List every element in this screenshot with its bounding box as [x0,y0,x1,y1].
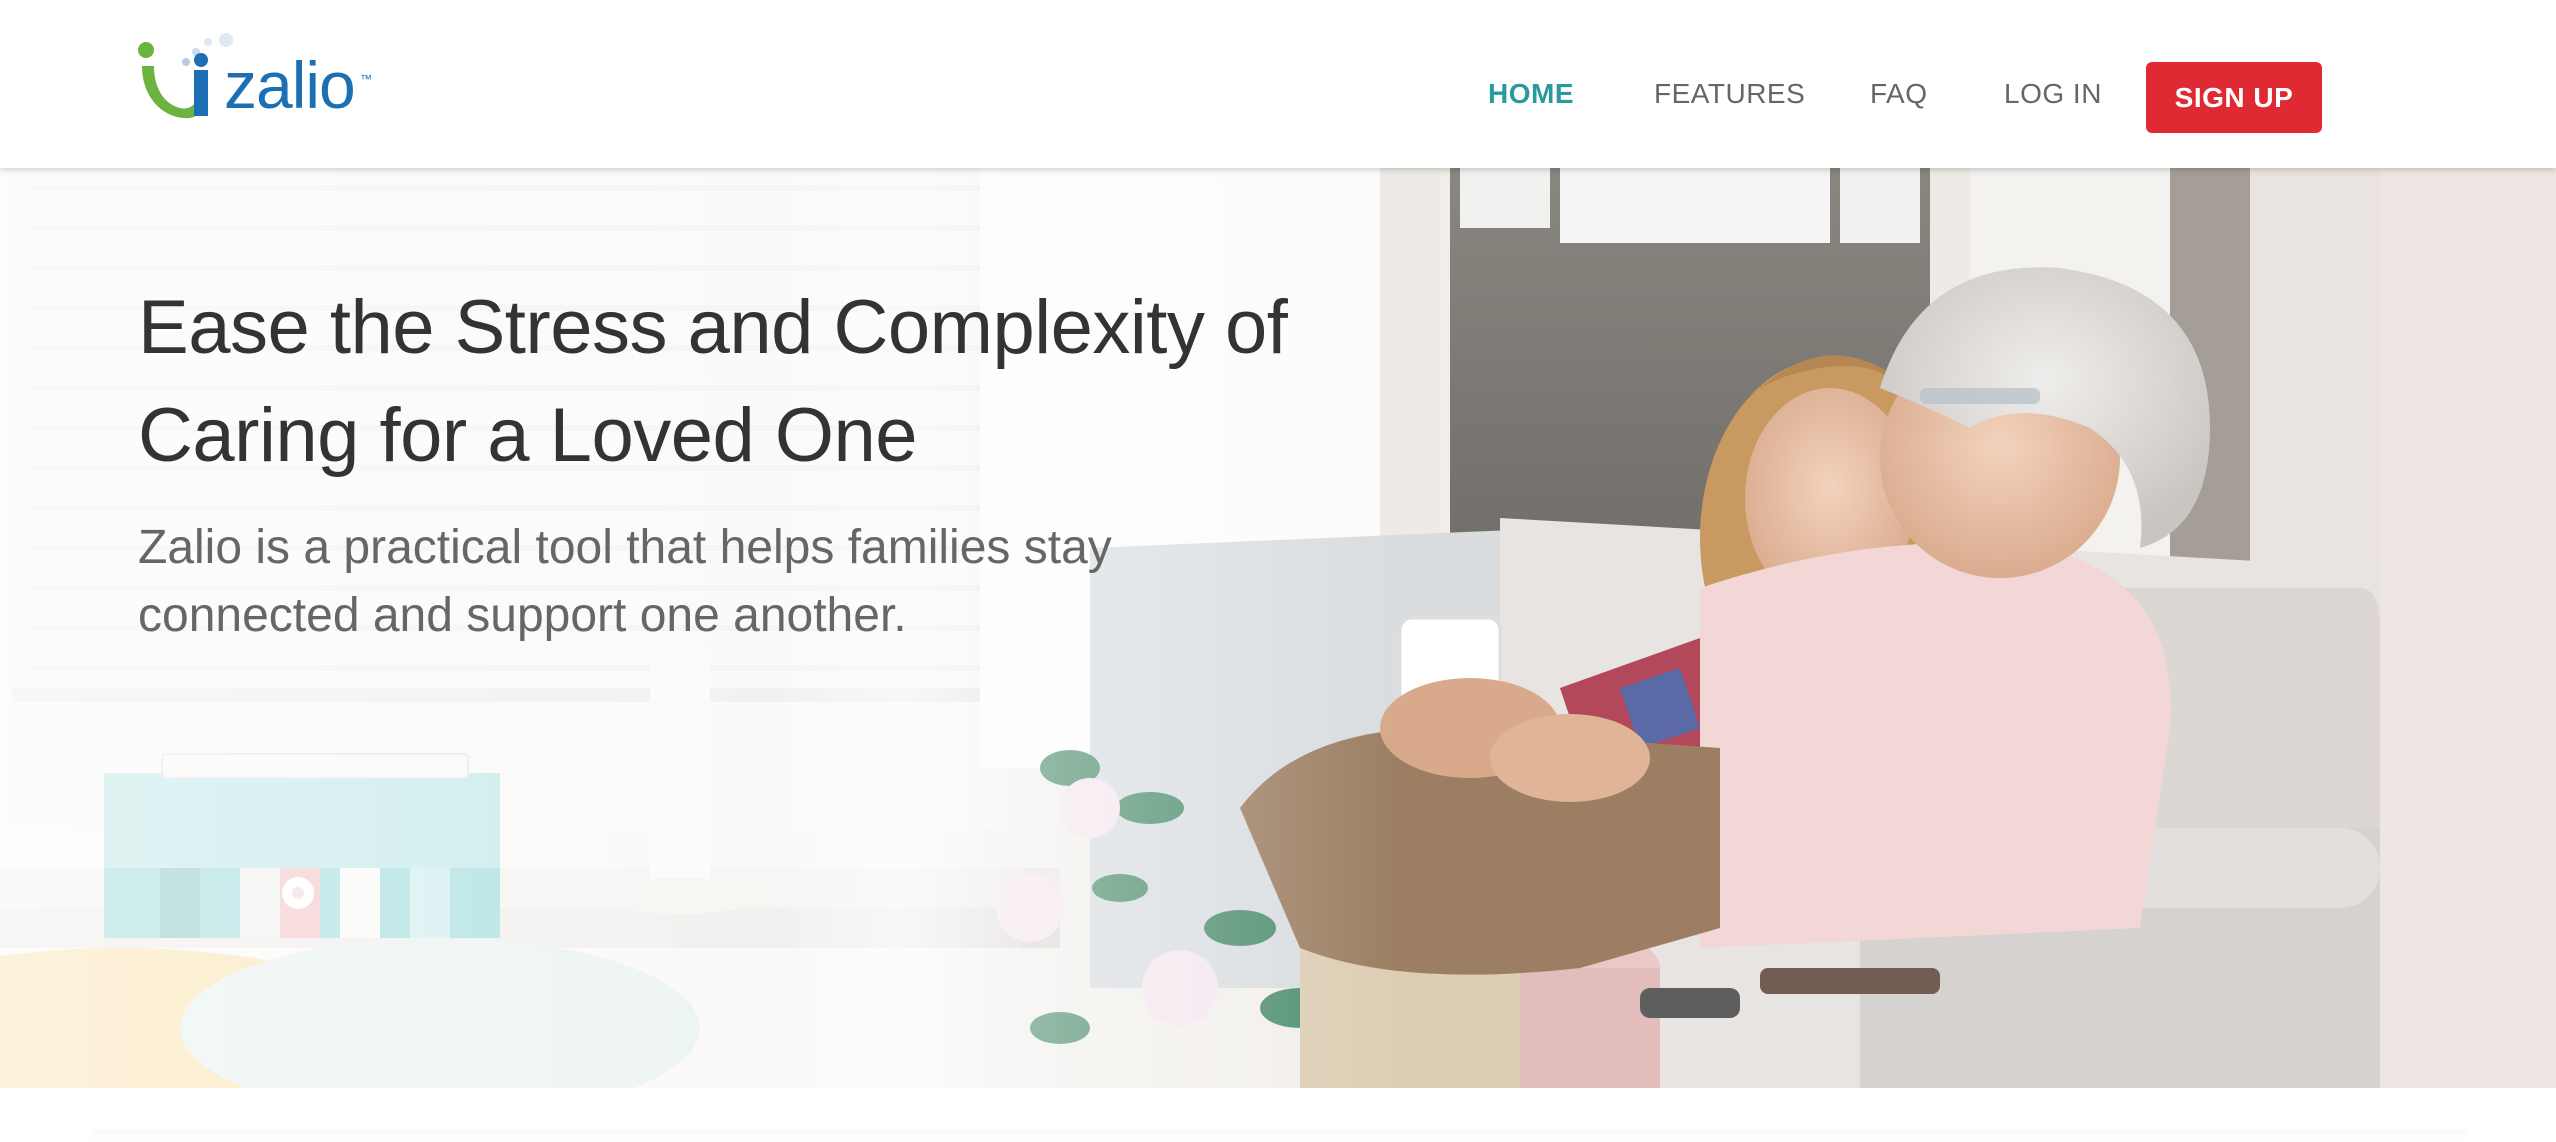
hero-section: Ease the Stress and Complexity of Caring… [0,168,2556,1088]
content-card-edge [90,1130,2466,1142]
hero-headline: Ease the Stress and Complexity of Caring… [138,285,1288,478]
hero-subheadline: Zalio is a practical tool that helps fam… [138,521,1112,642]
nav-features-link[interactable]: FEATURES [1654,78,1805,110]
signup-button[interactable]: SIGN UP [2146,62,2322,133]
site-header: zalio ™ HOME FEATURES FAQ LOG IN SIGN UP [0,0,2556,168]
main-nav: HOME FEATURES FAQ LOG IN SIGN UP [0,62,2556,133]
nav-login-link[interactable]: LOG IN [2004,78,2102,110]
nav-faq-link[interactable]: FAQ [1870,78,1928,110]
nav-home-link[interactable]: HOME [1488,78,1574,110]
